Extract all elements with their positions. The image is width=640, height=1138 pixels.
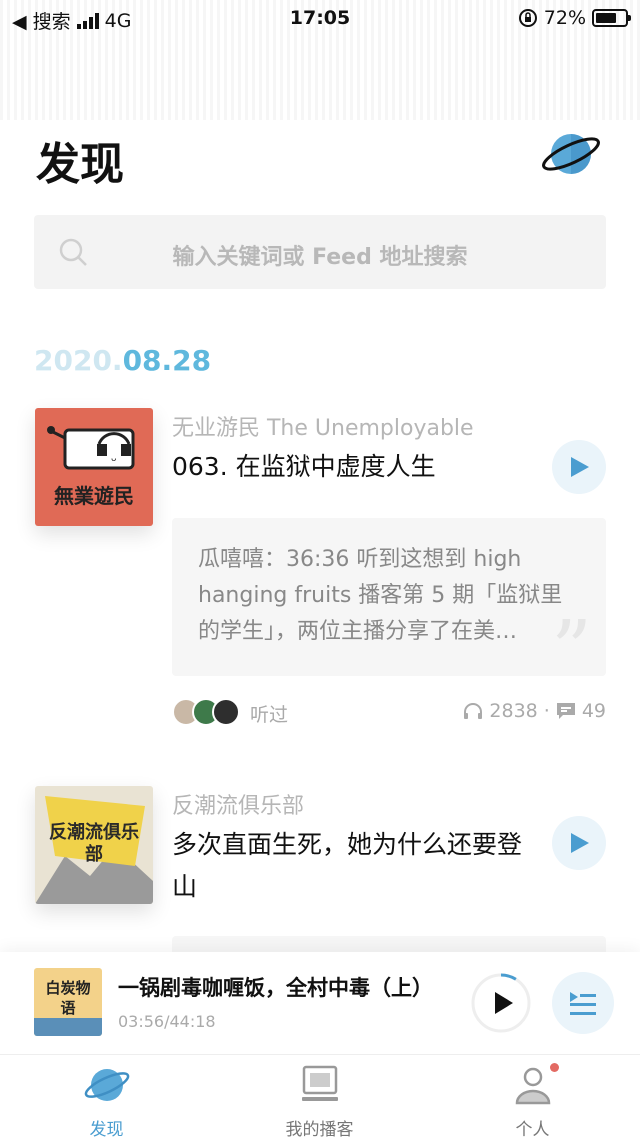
- separator-dot: ·: [543, 700, 550, 722]
- tab-label: 我的播客: [285, 1120, 354, 1138]
- quote-icon: ”: [551, 603, 592, 696]
- episode-cover[interactable]: 反潮流俱乐部: [35, 786, 153, 904]
- episode-meta: 听过 2838 · 49: [172, 696, 606, 730]
- tab-profile[interactable]: 个人: [426, 1055, 639, 1138]
- episode-title[interactable]: 多次直面生死，她为什么还要登山: [172, 824, 542, 908]
- search-placeholder: 输入关键词或 Feed 地址搜索: [172, 245, 468, 270]
- now-playing-cover-text: 白炭物语: [45, 979, 91, 1017]
- episode-cover[interactable]: ᴗ 無業遊民: [35, 408, 153, 526]
- comment-text: 瓜嘻嘻：36:36 听到这想到 high hanging fruits 播客第 …: [198, 547, 563, 644]
- tab-my-podcasts[interactable]: 我的播客: [213, 1055, 426, 1138]
- search-bar[interactable]: 输入关键词或 Feed 地址搜索: [34, 215, 606, 289]
- progress-ring-icon: [471, 973, 531, 1033]
- mini-player[interactable]: 白炭物语 一锅剧毒咖喱饭，全村中毒（上） 03:56/44:18: [0, 952, 640, 1054]
- episode-stats: 2838 · 49: [463, 700, 606, 722]
- tab-label: 个人: [515, 1120, 550, 1138]
- playlist-button[interactable]: [552, 972, 614, 1034]
- status-right: 72%: [518, 7, 631, 29]
- avatar: [212, 698, 240, 726]
- listener-avatars[interactable]: [172, 698, 240, 726]
- page-title: 发现: [36, 139, 124, 190]
- comment-count: 49: [581, 700, 606, 722]
- planet-icon[interactable]: [540, 128, 602, 180]
- cover-text: 無業遊民: [54, 484, 134, 508]
- podcast-name[interactable]: 反潮流俱乐部: [172, 788, 304, 820]
- player-play-button[interactable]: [470, 972, 532, 1034]
- date-heading: 2020.08.28: [34, 344, 211, 377]
- listened-label: 听过: [250, 704, 289, 726]
- play-button[interactable]: [552, 440, 606, 494]
- comment-icon: [556, 703, 575, 719]
- tab-bar: 发现 我的播客 个人: [0, 1054, 640, 1138]
- play-button[interactable]: [552, 816, 606, 870]
- play-count: 2838: [489, 700, 538, 722]
- episode-title[interactable]: 063. 在监狱中虚度人生: [172, 446, 532, 488]
- rotation-lock-icon: [518, 9, 537, 27]
- now-playing-title[interactable]: 一锅剧毒咖喱饭，全村中毒（上）: [118, 972, 433, 1002]
- cover-mountain: [34, 1018, 102, 1036]
- cover-text: 反潮流俱乐部: [49, 822, 139, 865]
- date-year: 2020.: [34, 344, 123, 377]
- now-playing-time: 03:56/44:18: [118, 1012, 216, 1031]
- tab-label: 发现: [89, 1120, 124, 1138]
- battery-icon: [592, 9, 631, 27]
- podcast-library-icon: [301, 1065, 338, 1101]
- playlist-icon: [570, 992, 596, 1015]
- notification-badge: [550, 1063, 559, 1072]
- date-month-day: 08.28: [122, 344, 212, 377]
- play-icon: [571, 457, 589, 477]
- battery-percent: 72%: [543, 7, 586, 29]
- user-icon: [515, 1067, 550, 1105]
- play-icon: [571, 833, 589, 853]
- status-bar: ◀ 搜索 4G 17:05 72%: [0, 0, 640, 40]
- svg-text:ᴗ: ᴗ: [111, 454, 117, 464]
- podcast-name[interactable]: 无业游民 The Unemployable: [172, 410, 474, 442]
- now-playing-cover[interactable]: 白炭物语: [34, 968, 102, 1036]
- planet-icon: [84, 1069, 129, 1101]
- headphones-icon: [464, 703, 483, 719]
- tab-discover[interactable]: 发现: [0, 1055, 213, 1138]
- episode-comment[interactable]: 瓜嘻嘻：36:36 听到这想到 high hanging fruits 播客第 …: [172, 518, 606, 690]
